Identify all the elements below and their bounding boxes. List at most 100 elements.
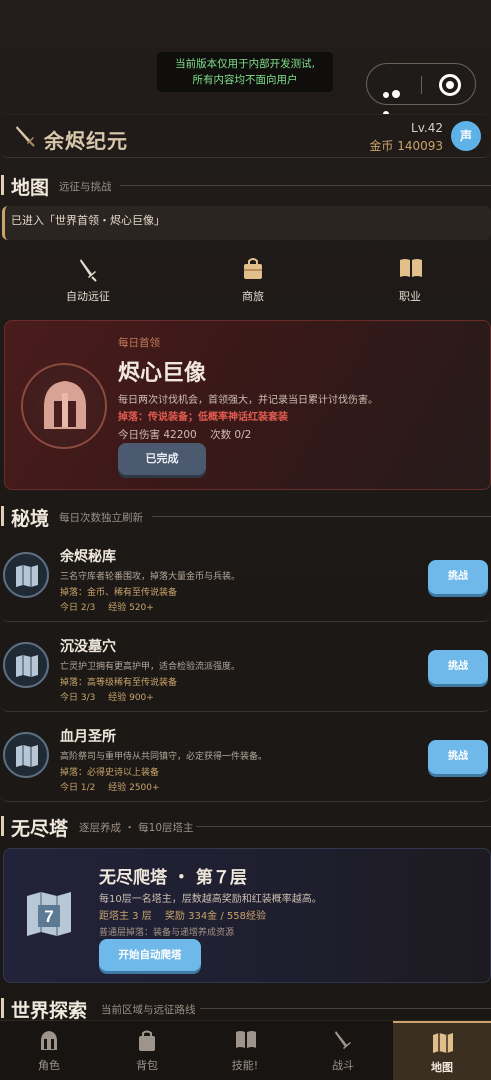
section-accent-bar bbox=[1, 816, 4, 836]
realm-challenge-button[interactable]: 挑战 bbox=[428, 560, 488, 594]
tab-map[interactable]: 地图 bbox=[393, 1021, 491, 1080]
realm-drop: 掉落：必得史诗以上装备 bbox=[60, 768, 160, 778]
dev-notice-line2: 所有内容均不面向用户 bbox=[192, 74, 298, 86]
world-boss-card: 每日首领 烬心巨像 每日两次讨伐机会，首领强大，并记录当日累计讨伐伤害。 掉落：… bbox=[4, 320, 491, 490]
tower-drop: 普通层掉落：装备与递增养成资源 bbox=[99, 928, 235, 938]
tower-map-icon: 7 bbox=[27, 892, 71, 936]
boss-tag: 每日首领 bbox=[118, 337, 160, 349]
realm-stats: 今日 1/2 经验 2500+ bbox=[60, 780, 160, 793]
merchant-label: 商旅 bbox=[242, 290, 264, 303]
realm-name: 沉没墓穴 bbox=[60, 639, 116, 655]
realm-today: 今日 2/3 bbox=[60, 603, 96, 613]
tab-skills[interactable]: 技能! bbox=[196, 1021, 294, 1080]
realm-section-title: 秘境 bbox=[11, 508, 50, 530]
tab-character-label: 角色 bbox=[38, 1059, 60, 1072]
class-button[interactable]: 职业 bbox=[360, 255, 460, 305]
boss-completed-button[interactable]: 已完成 bbox=[118, 443, 206, 475]
map-section-header: 地图 远征与挑战 bbox=[0, 172, 491, 199]
realm-today: 今日 3/3 bbox=[60, 693, 96, 703]
book-icon bbox=[236, 1031, 256, 1048]
realm-name: 余烬秘库 bbox=[60, 549, 116, 565]
section-accent-bar bbox=[1, 175, 4, 195]
section-divider bbox=[120, 185, 491, 186]
backpack-icon bbox=[139, 1030, 155, 1051]
close-target-icon[interactable] bbox=[439, 74, 461, 96]
map-icon bbox=[16, 565, 38, 587]
section-divider bbox=[196, 826, 491, 827]
realm-today: 今日 1/2 bbox=[60, 783, 96, 793]
realm-emblem bbox=[3, 552, 49, 598]
realm-name: 血月圣所 bbox=[60, 729, 116, 745]
world-section-title: 世界探索 bbox=[11, 1000, 88, 1022]
endless-tower-card: 7 无尽爬塔 ・ 第７层 每10层一名塔主，层数越高奖励和红装概率越高。 距塔主… bbox=[3, 848, 491, 983]
section-divider bbox=[152, 516, 491, 517]
section-accent-bar bbox=[1, 506, 4, 526]
boss-stats: 今日伤害 42200 次数 0/2 bbox=[118, 427, 251, 442]
class-label: 职业 bbox=[399, 290, 421, 303]
realm-description: 三名守库者轮番围攻，掉落大量金币与兵装。 bbox=[60, 572, 241, 582]
tower-section-header: 无尽塔 逐层养成 ・ 每10层塔主 bbox=[0, 813, 491, 840]
tab-map-label: 地图 bbox=[431, 1061, 453, 1074]
realm-description: 高阶祭司与重甲侍从共同镇守，必定获得一件装备。 bbox=[60, 752, 268, 762]
miniprogram-capsule bbox=[366, 63, 476, 117]
realm-card: 沉没墓穴 亡灵护卫拥有更高护甲，适合检验流派强度。 掉落：高等级稀有至传说装备 … bbox=[0, 626, 491, 712]
realm-emblem bbox=[3, 642, 49, 688]
tower-stats: 距塔主 3 层 奖励 334金 / 558经验 bbox=[99, 907, 266, 922]
world-section-subtitle: 当前区域与远征路线 bbox=[101, 1004, 196, 1016]
sword-logo-icon bbox=[16, 126, 35, 147]
helmet-icon bbox=[44, 381, 86, 429]
tower-section-title: 无尽塔 bbox=[11, 818, 69, 840]
tower-boss-floor: 距塔主 3 层 bbox=[99, 911, 152, 922]
tower-reward: 奖励 334金 / 558经验 bbox=[164, 911, 267, 922]
boss-damage: 今日伤害 42200 bbox=[118, 429, 197, 441]
realm-exp: 经验 900+ bbox=[108, 693, 154, 703]
capsule-divider bbox=[421, 76, 422, 94]
player-level: Lv.42 bbox=[411, 121, 443, 135]
map-section-title: 地图 bbox=[11, 177, 50, 199]
section-divider bbox=[200, 1008, 491, 1009]
realm-section-subtitle: 每日次数独立刷新 bbox=[59, 512, 143, 524]
sword-icon bbox=[80, 259, 97, 282]
gold-counter: 金币 140093 bbox=[369, 139, 443, 153]
app-header: 余烬纪元 Lv.42 金币 140093 声 bbox=[0, 114, 491, 158]
realm-challenge-button[interactable]: 挑战 bbox=[428, 740, 488, 774]
tab-character[interactable]: 角色 bbox=[0, 1021, 98, 1080]
tab-skills-label: 技能! bbox=[231, 1059, 259, 1072]
book-icon bbox=[400, 259, 422, 277]
boss-drop: 掉落：传说装备；低概率神话红装套装 bbox=[118, 412, 288, 423]
auto-expedition-label: 自动远征 bbox=[66, 290, 110, 303]
tower-description: 每10层一名塔主，层数越高奖励和红装概率越高。 bbox=[99, 894, 322, 905]
sound-button[interactable]: 声 bbox=[451, 121, 481, 151]
realm-emblem bbox=[3, 732, 49, 778]
tower-name: 无尽爬塔 ・ 第７层 bbox=[99, 868, 247, 888]
world-section-header: 世界探索 当前区域与远征路线 bbox=[0, 995, 491, 1022]
dev-notice-line1: 当前版本仅用于内部开发测试, bbox=[175, 58, 315, 70]
bag-icon bbox=[244, 258, 262, 279]
more-menu-icon[interactable] bbox=[383, 83, 409, 117]
app-title: 余烬纪元 bbox=[44, 129, 128, 153]
tab-battle[interactable]: 战斗 bbox=[294, 1021, 392, 1080]
realm-exp: 经验 2500+ bbox=[108, 783, 160, 793]
tower-section-subtitle: 逐层养成 ・ 每10层塔主 bbox=[79, 822, 194, 834]
realm-exp: 经验 520+ bbox=[108, 603, 154, 613]
merchant-button[interactable]: 商旅 bbox=[203, 255, 303, 305]
map-icon bbox=[16, 745, 38, 767]
tab-backpack-label: 背包 bbox=[136, 1059, 158, 1072]
dev-notice: 当前版本仅用于内部开发测试, 所有内容均不面向用户 bbox=[157, 52, 333, 92]
tower-floor-badge: 7 bbox=[44, 907, 53, 926]
realm-stats: 今日 3/3 经验 900+ bbox=[60, 690, 154, 703]
realm-section-header: 秘境 每日次数独立刷新 bbox=[0, 503, 491, 530]
auto-climb-button[interactable]: 开始自动爬塔 bbox=[99, 939, 201, 971]
boss-name: 烬心巨像 bbox=[118, 361, 207, 386]
map-icon bbox=[16, 655, 38, 677]
auto-expedition-button[interactable]: 自动远征 bbox=[38, 255, 138, 305]
realm-card: 余烬秘库 三名守库者轮番围攻，掉落大量金币与兵装。 掉落：金币、稀有至传说装备 … bbox=[0, 536, 491, 622]
entered-location-banner: 已进入「世界首领・烬心巨像」 bbox=[2, 206, 491, 240]
realm-challenge-button[interactable]: 挑战 bbox=[428, 650, 488, 684]
realm-drop: 掉落：金币、稀有至传说装备 bbox=[60, 588, 178, 598]
realm-description: 亡灵护卫拥有更高护甲，适合检验流派强度。 bbox=[60, 662, 241, 672]
map-section-subtitle: 远征与挑战 bbox=[59, 181, 112, 193]
tab-backpack[interactable]: 背包 bbox=[98, 1021, 196, 1080]
realm-drop: 掉落：高等级稀有至传说装备 bbox=[60, 678, 178, 688]
section-accent-bar bbox=[1, 998, 4, 1018]
